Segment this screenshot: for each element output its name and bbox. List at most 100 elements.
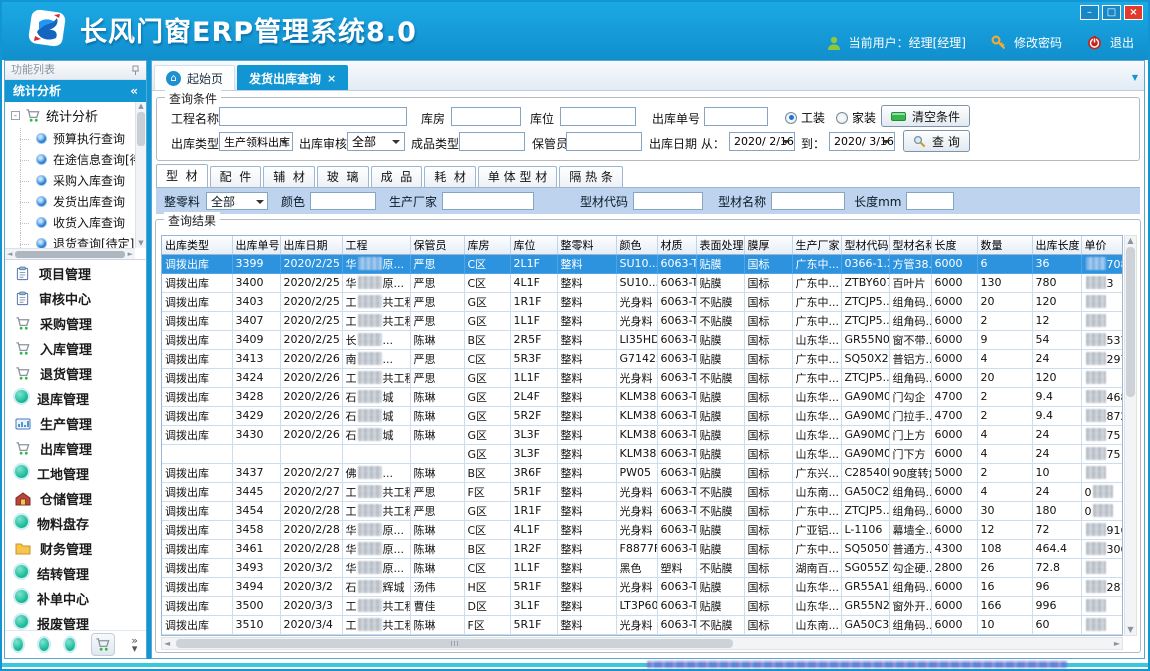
material-tab-成品[interactable]: 成 品 [371, 166, 423, 187]
table-vertical-scrollbar[interactable]: ▲▼ [1124, 235, 1137, 636]
column-header-长度[interactable]: 长度 [931, 236, 977, 254]
table-row[interactable]: 调拨出库34092020/2/25长...陈琳B区2R5F整料LI35HD606… [162, 330, 1123, 349]
module-dot-icon[interactable] [65, 638, 75, 651]
pin-icon[interactable] [131, 65, 140, 76]
column-header-颜色[interactable]: 颜色 [616, 236, 657, 254]
sidebar-item-仓储管理[interactable]: 仓储管理 [5, 486, 146, 511]
cart-module-button[interactable] [91, 633, 115, 656]
column-header-出库长度[interactable]: 出库长度 [1032, 236, 1081, 254]
more-modules-chevron[interactable]: »▾ [131, 637, 138, 653]
table-row[interactable]: 调拨出库34292020/2/26石城陈琳G区5R2F整料KLM38176063… [162, 406, 1123, 425]
sidebar-item-补单中心[interactable]: 补单中心 [5, 586, 146, 611]
table-row[interactable]: 调拨出库34582020/2/28华原...陈琳C区4L1F整料光身料6063-… [162, 520, 1123, 539]
table-horizontal-scrollbar[interactable]: ◄► [161, 637, 1123, 650]
logout-link[interactable]: 退出 [1110, 34, 1134, 51]
table-row[interactable]: 调拨出库34132020/2/26南...严思C区5R3F整料G71422606… [162, 349, 1123, 368]
tree-item-收货入库查询[interactable]: 收货入库查询 [5, 212, 135, 233]
out-type-select[interactable]: 生产领料出库 [219, 132, 293, 151]
table-row[interactable]: 调拨出库34932020/3/2华原...陈琳C区1L1F整料黑色塑料不贴膜国标… [162, 558, 1123, 577]
sidebar-item-审核中心[interactable]: 审核中心 [5, 286, 146, 311]
warehouse-input[interactable] [451, 107, 521, 126]
material-tab-辅材[interactable]: 辅 材 [263, 166, 315, 187]
search-button[interactable]: 查 询 [903, 130, 970, 152]
module-dot-icon[interactable] [13, 638, 23, 651]
tree-horizontal-scrollbar[interactable]: ◄► [5, 248, 135, 259]
table-row[interactable]: 调拨出库34072020/2/25工共工程严思G区1L1F整料光身料6063-T… [162, 311, 1123, 330]
close-button[interactable]: × [1124, 5, 1143, 20]
location-input[interactable] [560, 107, 636, 126]
table-row[interactable]: 调拨出库34302020/2/26石城陈琳G区3L3F整料KLM38176063… [162, 425, 1123, 444]
sidebar-item-项目管理[interactable]: 项目管理 [5, 261, 146, 286]
table-row[interactable]: 调拨出库34612020/2/28华原...陈琳B区1R2F整料F8877FT6… [162, 539, 1123, 558]
tree-item-采购入库查询[interactable]: 采购入库查询 [5, 170, 135, 191]
stats-section-header[interactable]: 统计分析 « [5, 80, 146, 102]
table-row[interactable]: 调拨出库35102020/3/4工共工程陈琳F区5R1F整料光身料6063-T5… [162, 615, 1123, 634]
radio-industrial[interactable]: 工装 [785, 109, 825, 126]
sidebar-item-结转管理[interactable]: 结转管理 [5, 561, 146, 586]
column-header-保管员[interactable]: 保管员 [410, 236, 464, 254]
table-row[interactable]: 调拨出库35122020/3/4工共工程陈琳F区1L2F整料光身料6063-T5… [162, 634, 1123, 636]
color-input[interactable] [310, 192, 376, 210]
sidebar-item-财务管理[interactable]: 财务管理 [5, 536, 146, 561]
audit-select[interactable]: 全部 [347, 132, 405, 151]
length-input[interactable] [906, 192, 954, 210]
vendor-input[interactable] [442, 192, 534, 210]
table-row[interactable]: 调拨出库34372020/2/27佛...陈琳B区3R6F整料PW056063-… [162, 463, 1123, 482]
table-row[interactable]: 调拨出库34282020/2/26石城陈琳G区2L4F整料KLM38176063… [162, 387, 1123, 406]
column-header-生产厂家[interactable]: 生产厂家 [792, 236, 841, 254]
date-from-picker[interactable]: 2020/ 2/16 [729, 132, 795, 151]
column-header-整零料[interactable]: 整零料 [557, 236, 616, 254]
tree-item-预算执行查询[interactable]: 预算执行查询 [5, 128, 135, 149]
table-row[interactable]: 调拨出库34452020/2/27工共工程严思F区5R1F整料光身料6063-T… [162, 482, 1123, 501]
column-header-表面处理[interactable]: 表面处理 [696, 236, 744, 254]
table-row[interactable]: 调拨出库34002020/2/25华原...严思C区4L1F整料SU10...6… [162, 273, 1123, 292]
column-header-库房[interactable]: 库房 [464, 236, 510, 254]
tree-item-发货出库查询[interactable]: 发货出库查询 [5, 191, 135, 212]
sidebar-item-工地管理[interactable]: 工地管理 [5, 461, 146, 486]
column-header-出库单号[interactable]: 出库单号 [232, 236, 280, 254]
tree-expander-icon[interactable]: - [11, 111, 20, 120]
keeper-input[interactable] [566, 132, 642, 151]
table-row[interactable]: 调拨出库34032020/2/25工共工程严思G区1R1F整料光身料6063-T… [162, 292, 1123, 311]
material-tab-单体型材[interactable]: 单 体 型 材 [478, 166, 557, 187]
column-header-工程[interactable]: 工程 [342, 236, 410, 254]
sidebar-item-出库管理[interactable]: 出库管理 [5, 436, 146, 461]
project-name-input[interactable] [219, 107, 407, 126]
tree-item-在途信息查询[待[interactable]: 在途信息查询[待 [5, 149, 135, 170]
minimize-button[interactable]: – [1080, 5, 1099, 20]
column-header-出库日期[interactable]: 出库日期 [280, 236, 342, 254]
column-header-型材代码[interactable]: 型材代码 [841, 236, 889, 254]
collapse-icon[interactable]: « [130, 80, 138, 102]
table-row[interactable]: 调拨出库33992020/2/25华原...严思C区2L1F整料SU10...6… [162, 254, 1123, 273]
order-no-input[interactable] [704, 107, 768, 126]
table-row[interactable]: 调拨出库35002020/3/3工共工程曹佳D区3L1F整料LT3P606063… [162, 596, 1123, 615]
table-row[interactable]: 调拨出库34242020/2/26工共工程严思G区1L1F整料光身料6063-T… [162, 368, 1123, 387]
sidebar-item-报废管理[interactable]: 报废管理 [5, 611, 146, 630]
table-row[interactable]: 调拨出库34942020/3/2石辉城汤伟H区5R1F整料光身料6063-T5贴… [162, 577, 1123, 596]
sidebar-item-物料盘存[interactable]: 物料盘存 [5, 511, 146, 536]
tab-list-dropdown-icon[interactable]: ▼ [1132, 73, 1138, 82]
material-tab-配件[interactable]: 配 件 [210, 166, 262, 187]
material-tab-型材[interactable]: 型 材 [156, 164, 208, 187]
clear-conditions-button[interactable]: 清空条件 [881, 105, 970, 127]
tab-起始页[interactable]: ⌂起始页 [154, 65, 235, 90]
column-header-膜厚[interactable]: 膜厚 [744, 236, 792, 254]
date-to-picker[interactable]: 2020/ 3/16 [829, 132, 895, 151]
tree-item-退货查询[待定][interactable]: 退货查询[待定] [5, 233, 135, 248]
profile-name-input[interactable] [771, 192, 845, 210]
sidebar-item-退货管理[interactable]: 退货管理 [5, 361, 146, 386]
tree-root-stats[interactable]: - 统计分析 [5, 104, 135, 128]
profile-code-input[interactable] [633, 192, 703, 210]
radio-home[interactable]: 家装 [836, 109, 876, 126]
column-header-数量[interactable]: 数量 [977, 236, 1032, 254]
column-header-单价[interactable]: 单价 [1081, 236, 1123, 254]
module-dot-icon[interactable] [39, 638, 49, 651]
tree-vertical-scrollbar[interactable]: ▲▼ [135, 102, 146, 248]
change-password-link[interactable]: 修改密码 [1014, 34, 1062, 51]
close-tab-icon[interactable]: × [327, 72, 336, 85]
material-tab-玻璃[interactable]: 玻 璃 [317, 166, 369, 187]
material-tab-耗材[interactable]: 耗 材 [424, 166, 476, 187]
column-header-库位[interactable]: 库位 [510, 236, 557, 254]
product-type-input[interactable] [459, 132, 525, 151]
maximize-button[interactable]: □ [1102, 5, 1121, 20]
